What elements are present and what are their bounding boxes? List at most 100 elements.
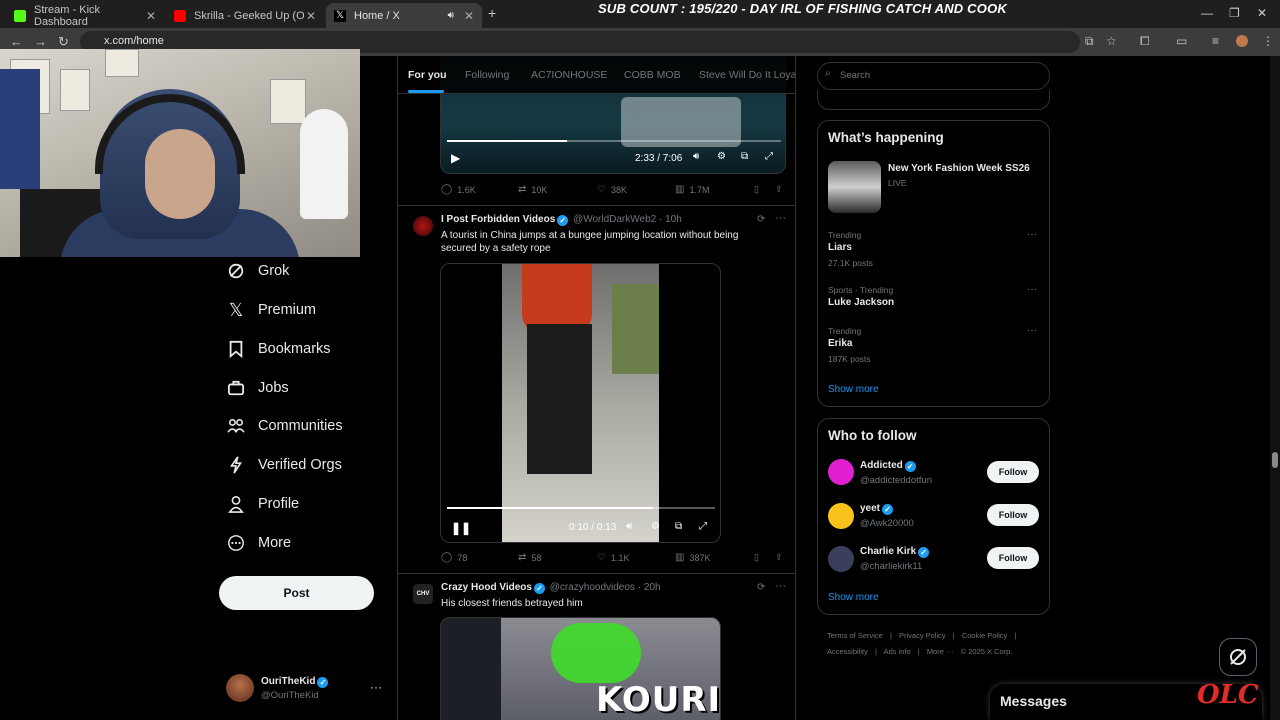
media-icon[interactable]: ≡: [1212, 34, 1219, 48]
repost-button[interactable]: ⇄ 10K: [518, 184, 547, 195]
avatar[interactable]: [828, 546, 854, 572]
settings-icon[interactable]: ⚙: [717, 151, 726, 162]
nav-item-communities[interactable]: Communities: [226, 411, 343, 441]
post-video[interactable]: KOURI: [440, 617, 721, 720]
close-icon[interactable]: ✕: [306, 9, 316, 23]
more-dots-icon[interactable]: ···: [1027, 284, 1037, 295]
scrollbar[interactable]: [1270, 56, 1280, 720]
close-icon[interactable]: ✕: [464, 9, 474, 23]
browser-tab-youtube[interactable]: Skrilla - Geeked Up (Official Vid ✕: [166, 3, 324, 28]
sidepanel-icon[interactable]: ▭: [1176, 34, 1187, 48]
cast-icon[interactable]: ⧉: [1085, 34, 1094, 49]
follow-button[interactable]: Follow: [987, 504, 1039, 526]
account-switcher[interactable]: OuriTheKid ✓ @OuriTheKid ···: [226, 674, 386, 706]
tab-cobb-mob[interactable]: COBB MOB: [624, 69, 681, 81]
more-dots-icon[interactable]: ···: [775, 580, 786, 592]
follow-button[interactable]: Follow: [987, 461, 1039, 483]
browser-tab-kick[interactable]: Stream - Kick Dashboard ✕: [6, 3, 164, 28]
play-icon[interactable]: ▶: [451, 151, 460, 165]
extensions-icon[interactable]: ⧠: [1140, 34, 1150, 49]
search-input[interactable]: Search: [817, 62, 1050, 90]
tab-for-you[interactable]: For you: [408, 69, 447, 81]
tab-ac7ionhouse[interactable]: AC7IONHOUSE: [531, 69, 607, 81]
fullscreen-icon[interactable]: ⤢: [699, 521, 707, 532]
views-button[interactable]: ▥ 387K: [675, 552, 710, 563]
nav-item-bookmarks[interactable]: Bookmarks: [226, 334, 331, 364]
reply-button[interactable]: ◯ 1.6K: [441, 184, 476, 195]
reload-icon[interactable]: ↻: [58, 34, 69, 50]
event-thumbnail[interactable]: [828, 161, 881, 213]
bookmark-button[interactable]: ▯: [754, 552, 759, 563]
like-button[interactable]: ♡ 38K: [597, 184, 627, 195]
more-dots-icon[interactable]: ···: [775, 212, 786, 224]
nav-item-premium[interactable]: 𝕏 Premium: [226, 295, 316, 325]
volume-icon[interactable]: 🔊︎: [626, 521, 632, 532]
nav-item-verified-orgs[interactable]: Verified Orgs: [226, 450, 342, 480]
browser-menu-icon[interactable]: ⋮: [1262, 34, 1274, 48]
star-icon[interactable]: ☆: [1106, 34, 1117, 48]
bookmark-button[interactable]: ▯: [754, 184, 759, 195]
post-author[interactable]: I Post Forbidden Videos ✓ @WorldDarkWeb2 …: [441, 214, 682, 226]
nav-item-jobs[interactable]: Jobs: [226, 373, 289, 403]
avatar[interactable]: [828, 459, 854, 485]
nav-item-profile[interactable]: Profile: [226, 489, 299, 519]
reply-button[interactable]: ◯ 78: [441, 552, 467, 563]
post-video[interactable]: ❚❚ 0:10 / 0:13 🔊︎ ⚙ ⧉ ⤢: [440, 263, 721, 543]
footer-link-more[interactable]: More ···: [927, 647, 954, 656]
footer-link-terms[interactable]: Terms of Service: [827, 631, 883, 640]
tab-following[interactable]: Following: [465, 69, 509, 81]
scrollbar-thumb[interactable]: [1272, 452, 1278, 468]
suggested-name[interactable]: Charlie Kirk ✓: [860, 546, 931, 558]
follow-button[interactable]: Follow: [987, 547, 1039, 569]
share-button[interactable]: ⇪: [775, 552, 783, 563]
settings-icon[interactable]: ⚙: [651, 521, 660, 532]
event-name[interactable]: New York Fashion Week SS26: [888, 163, 1030, 174]
footer-link-accessibility[interactable]: Accessibility: [827, 647, 868, 656]
avatar[interactable]: CHV: [413, 584, 433, 604]
close-icon[interactable]: ✕: [146, 9, 156, 23]
trend-name: Liars: [828, 242, 852, 253]
profile-avatar[interactable]: [1236, 35, 1248, 47]
pip-icon[interactable]: ⧉: [741, 151, 748, 162]
back-icon[interactable]: ←: [10, 34, 23, 49]
show-more-link[interactable]: Show more: [828, 384, 879, 395]
restore-icon[interactable]: ❐: [1229, 6, 1240, 20]
previous-card-tail: [817, 90, 1050, 110]
speaker-icon[interactable]: 🔊︎: [448, 10, 454, 21]
footer-link-cookie[interactable]: Cookie Policy: [962, 631, 1007, 640]
nav-item-more[interactable]: More: [226, 528, 291, 558]
like-button[interactable]: ♡ 1.1K: [597, 552, 629, 563]
video-progress-bar[interactable]: [447, 507, 715, 509]
avatar[interactable]: [413, 216, 433, 236]
more-dots-icon[interactable]: ···: [1027, 325, 1037, 336]
footer-link-privacy[interactable]: Privacy Policy: [899, 631, 946, 640]
post-button[interactable]: Post: [219, 576, 374, 610]
forward-icon[interactable]: →: [34, 34, 47, 49]
more-dots-icon[interactable]: ···: [370, 680, 382, 694]
video-progress-bar[interactable]: [447, 140, 781, 142]
nav-item-grok[interactable]: Grok: [226, 256, 289, 286]
pause-icon[interactable]: ❚❚: [451, 521, 471, 535]
grok-icon[interactable]: ⟳: [757, 582, 765, 593]
close-window-icon[interactable]: ✕: [1257, 6, 1267, 20]
footer-link-ads[interactable]: Ads info: [884, 647, 911, 656]
repost-button[interactable]: ⇄ 58: [518, 552, 541, 563]
suggested-name[interactable]: Addicted ✓: [860, 460, 918, 472]
post-author[interactable]: Crazy Hood Videos ✓ @crazyhoodvideos · 20…: [441, 582, 661, 594]
suggested-name[interactable]: yeet ✓: [860, 503, 895, 515]
minimize-icon[interactable]: —: [1201, 6, 1213, 20]
footer-separator: |: [889, 631, 892, 640]
tab-steve-will-do-it-loyal[interactable]: Steve Will Do It Loyal: [699, 69, 795, 81]
more-dots-icon[interactable]: ···: [1027, 229, 1037, 240]
grok-floating-button[interactable]: [1219, 638, 1257, 676]
fullscreen-icon[interactable]: ⤢: [765, 151, 773, 162]
avatar[interactable]: [828, 503, 854, 529]
volume-icon[interactable]: 🔊︎: [693, 151, 699, 162]
browser-tab-x[interactable]: 𝕏 Home / X 🔊︎ ✕: [326, 3, 482, 28]
show-more-link[interactable]: Show more: [828, 592, 879, 603]
views-button[interactable]: ▥ 1.7M: [675, 184, 709, 195]
share-button[interactable]: ⇪: [775, 184, 783, 195]
grok-icon[interactable]: ⟳: [757, 214, 765, 225]
pip-icon[interactable]: ⧉: [675, 521, 682, 532]
new-tab-button[interactable]: +: [488, 5, 496, 21]
